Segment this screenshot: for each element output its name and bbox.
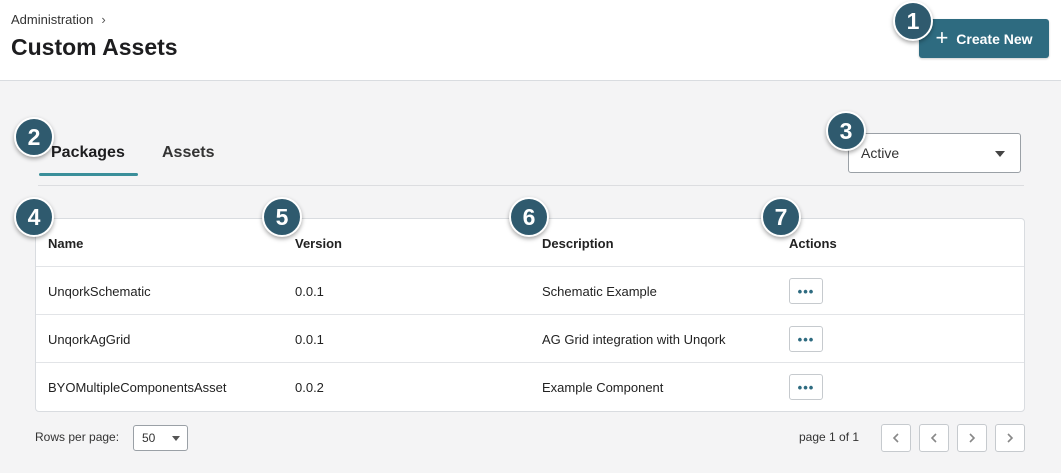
active-tab-indicator bbox=[39, 173, 138, 176]
cell-name: UnqorkSchematic bbox=[48, 284, 151, 299]
cell-name: BYOMultipleComponentsAsset bbox=[48, 380, 227, 395]
callout-badge-2: 2 bbox=[14, 117, 54, 157]
cell-description: AG Grid integration with Unqork bbox=[542, 332, 726, 347]
caret-down-icon bbox=[172, 436, 180, 441]
cell-version: 0.0.1 bbox=[295, 332, 324, 347]
column-header-description[interactable]: Description bbox=[542, 236, 614, 251]
cell-version: 0.0.1 bbox=[295, 284, 324, 299]
packages-table: Name Version Description Actions UnqorkS… bbox=[35, 218, 1025, 412]
more-icon: ••• bbox=[797, 331, 815, 347]
rows-per-page-value: 50 bbox=[142, 431, 156, 445]
plus-icon: + bbox=[935, 24, 949, 50]
callout-badge-4: 4 bbox=[14, 197, 54, 237]
last-page-button[interactable] bbox=[995, 424, 1025, 452]
previous-page-button[interactable] bbox=[919, 424, 949, 452]
column-header-actions: Actions bbox=[789, 236, 837, 251]
table-row[interactable]: BYOMultipleComponentsAsset 0.0.2 Example… bbox=[36, 363, 1024, 411]
page-info: page 1 of 1 bbox=[799, 430, 860, 444]
next-page-button[interactable] bbox=[957, 424, 987, 452]
column-header-name[interactable]: Name bbox=[48, 236, 83, 251]
row-actions-button[interactable]: ••• bbox=[789, 374, 823, 400]
callout-badge-5: 5 bbox=[262, 197, 302, 237]
tab-packages[interactable]: Packages bbox=[51, 144, 125, 162]
cell-description: Example Component bbox=[542, 380, 664, 395]
page-title: Custom Assets bbox=[11, 34, 178, 60]
breadcrumb: Administration › bbox=[11, 12, 106, 27]
table-row[interactable]: UnqorkAgGrid 0.0.1 AG Grid integration w… bbox=[36, 315, 1024, 363]
cell-version: 0.0.2 bbox=[295, 380, 324, 395]
chevron-right-icon: › bbox=[101, 12, 106, 27]
table-row[interactable]: UnqorkSchematic 0.0.1 Schematic Example … bbox=[36, 267, 1024, 315]
callout-badge-6: 6 bbox=[509, 197, 549, 237]
last-page-icon bbox=[1007, 433, 1014, 443]
rows-per-page-label: Rows per page: bbox=[35, 430, 120, 444]
first-page-button[interactable] bbox=[881, 424, 911, 452]
chevron-left-icon bbox=[930, 433, 937, 443]
row-actions-button[interactable]: ••• bbox=[789, 278, 823, 304]
status-filter-value: Active bbox=[861, 145, 900, 161]
callout-badge-3: 3 bbox=[826, 111, 866, 151]
callout-badge-7: 7 bbox=[761, 197, 801, 237]
breadcrumb-administration[interactable]: Administration bbox=[11, 12, 93, 27]
more-icon: ••• bbox=[797, 379, 815, 395]
status-filter-select[interactable]: Active bbox=[848, 133, 1021, 173]
tab-assets[interactable]: Assets bbox=[162, 144, 214, 162]
create-new-label: Create New bbox=[956, 30, 1033, 47]
chevron-right-icon bbox=[969, 433, 976, 443]
rows-per-page-select[interactable]: 50 bbox=[133, 425, 188, 451]
row-actions-button[interactable]: ••• bbox=[789, 326, 823, 352]
create-new-button[interactable]: + Create New bbox=[919, 19, 1049, 58]
callout-badge-1: 1 bbox=[893, 1, 933, 41]
more-icon: ••• bbox=[797, 283, 815, 299]
caret-down-icon bbox=[995, 151, 1005, 157]
first-page-icon bbox=[892, 433, 899, 443]
column-header-version[interactable]: Version bbox=[295, 236, 342, 251]
cell-description: Schematic Example bbox=[542, 284, 657, 299]
cell-name: UnqorkAgGrid bbox=[48, 332, 131, 347]
